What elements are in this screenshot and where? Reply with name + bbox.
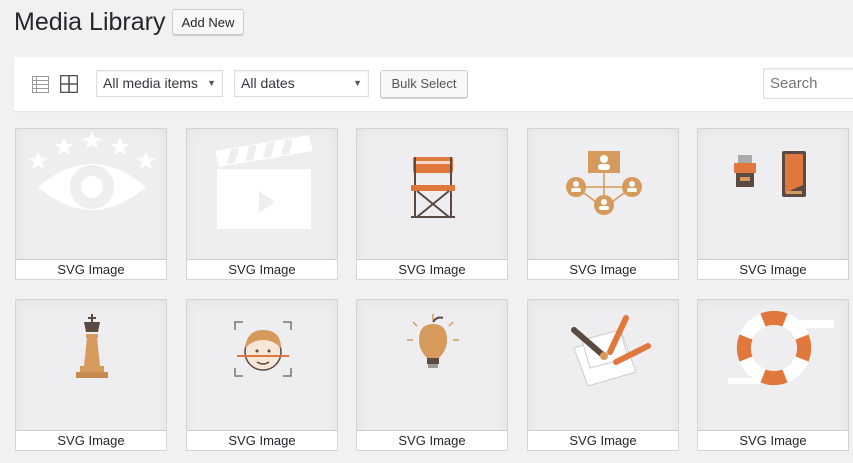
media-item[interactable]: SVG Image	[356, 299, 508, 451]
media-item[interactable]: SVG Image	[527, 299, 679, 451]
pencils-paper-icon	[571, 315, 651, 387]
chess-queen-icon	[76, 314, 108, 378]
eye-stars-icon	[28, 131, 156, 210]
director-chair-icon	[411, 157, 455, 218]
media-item[interactable]: SVG Image	[15, 128, 167, 280]
grid-view-icon[interactable]	[59, 74, 79, 94]
media-caption: SVG Image	[187, 259, 337, 279]
face-scan-icon	[234, 321, 292, 377]
media-item[interactable]: SVG Image	[697, 128, 849, 280]
media-type-filter[interactable]: All media items ▼	[96, 70, 223, 97]
media-caption: SVG Image	[16, 430, 166, 450]
devices-icon	[734, 151, 806, 197]
bulk-select-button[interactable]: Bulk Select	[380, 70, 468, 98]
clapperboard-icon	[215, 135, 313, 229]
lightbulb-apple-icon	[407, 314, 459, 368]
date-filter[interactable]: All dates ▼	[234, 70, 369, 97]
chevron-down-icon: ▼	[353, 78, 362, 88]
page-title: Media Library	[14, 8, 166, 36]
media-item[interactable]: SVG Image	[186, 128, 338, 280]
media-caption: SVG Image	[187, 430, 337, 450]
media-caption: SVG Image	[357, 430, 507, 450]
media-item[interactable]: SVG Image	[527, 128, 679, 280]
network-users-icon	[566, 151, 642, 215]
media-caption: SVG Image	[528, 430, 678, 450]
media-item[interactable]: SVG Image	[697, 299, 849, 451]
add-new-button[interactable]: Add New	[172, 9, 244, 35]
media-item[interactable]: SVG Image	[356, 128, 508, 280]
search-input[interactable]	[763, 68, 853, 99]
media-item[interactable]: SVG Image	[15, 299, 167, 451]
date-filter-value: All dates	[241, 75, 295, 91]
media-type-filter-value: All media items	[103, 75, 198, 91]
media-caption: SVG Image	[16, 259, 166, 279]
media-caption: SVG Image	[698, 259, 848, 279]
media-toolbar: All media items ▼ All dates ▼ Bulk Selec…	[14, 57, 853, 111]
media-caption: SVG Image	[528, 259, 678, 279]
chevron-down-icon: ▼	[207, 78, 216, 88]
lifebuoy-icon	[728, 310, 834, 386]
media-caption: SVG Image	[357, 259, 507, 279]
list-view-icon[interactable]	[32, 76, 49, 93]
media-caption: SVG Image	[698, 430, 848, 450]
media-item[interactable]: SVG Image	[186, 299, 338, 451]
